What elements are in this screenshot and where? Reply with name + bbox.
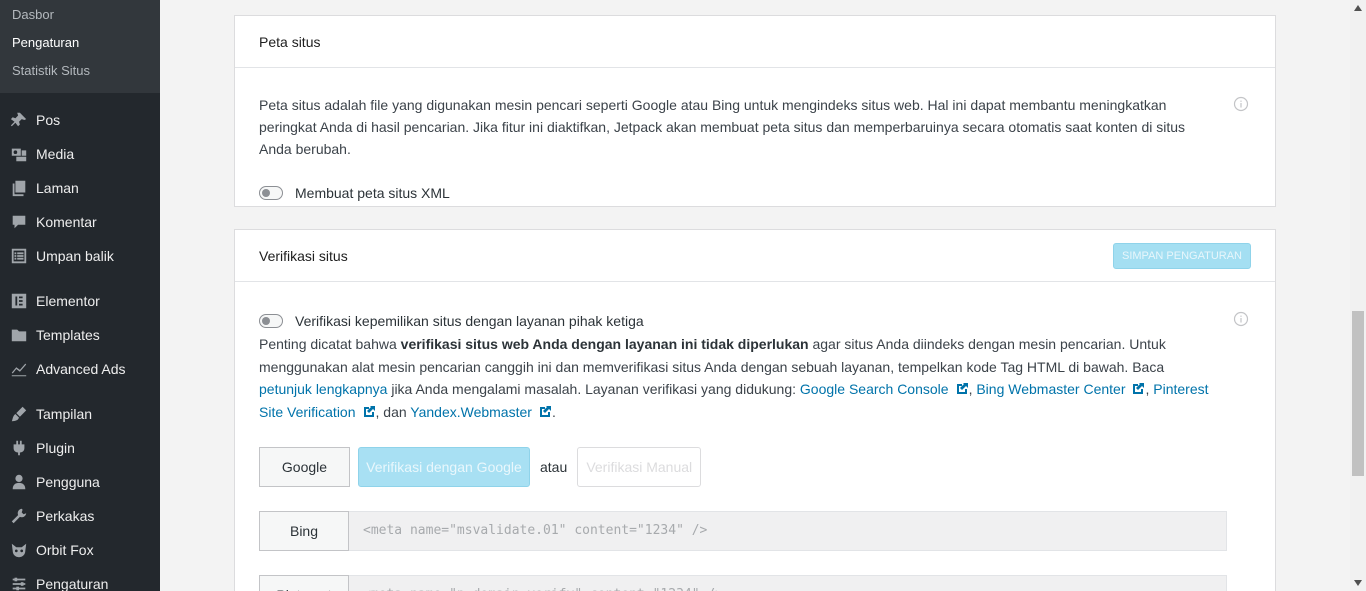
sidebar-item-settings[interactable]: Pengaturan [0,567,160,591]
external-link-icon [955,380,969,394]
sidebar-item-orbit-fox[interactable]: Orbit Fox [0,533,160,567]
main-content: Peta situs Peta situs adalah file yang d… [160,0,1350,591]
guide-link[interactable]: petunjuk lengkapnya [259,381,387,397]
external-link-icon [538,403,552,417]
sidebar-item-label: Plugin [36,440,75,456]
sidebar-item-label: Media [36,146,75,162]
scroll-down-arrow-icon[interactable] [1350,576,1366,590]
sidebar-item-users[interactable]: Pengguna [0,465,160,499]
submenu-item-dashboard[interactable]: Dasbor [0,4,160,32]
sitemap-card: Peta situs Peta situs adalah file yang d… [234,15,1276,207]
sidebar-item-label: Pengaturan [36,576,109,591]
verification-toggle-label: Verifikasi kepemilikan situs dengan laya… [295,313,644,329]
sidebar-item-comments[interactable]: Komentar [0,205,160,239]
external-link-icon [362,403,376,417]
sitemap-toggle[interactable] [259,186,283,200]
pages-icon [9,178,29,198]
sidebar-item-appearance[interactable]: Tampilan [0,397,160,431]
yandex-webmaster-link[interactable]: Yandex.Webmaster [410,404,552,420]
comment-icon [9,212,29,232]
settings-icon [9,574,29,591]
sidebar-item-label: Pengguna [36,474,100,490]
media-icon [9,144,29,164]
sidebar-item-elementor[interactable]: Elementor [0,284,160,318]
card-title: Verifikasi situs [259,247,348,264]
sitemap-card-header: Peta situs [235,16,1275,68]
google-verify-row: Google Verifikasi dengan Google atau Ver… [259,447,1251,487]
sidebar-item-label: Umpan balik [36,248,114,264]
sidebar-item-feedback[interactable]: Umpan balik [0,239,160,273]
sidebar-item-label: Orbit Fox [36,542,94,558]
feedback-icon [9,246,29,266]
pinterest-verify-row: Pinterest <meta name="p:domain_verify" c… [259,575,1251,591]
sidebar-item-label: Elementor [36,293,100,309]
fox-icon [9,540,29,560]
sidebar-item-label: Advanced Ads [36,361,126,377]
sidebar-item-label: Tampilan [36,406,93,422]
submenu-item-site-stats[interactable]: Statistik Situs [0,60,160,88]
google-label: Google [259,447,350,487]
bing-verify-row: Bing <meta name="msvalidate.01" content=… [259,511,1251,551]
sidebar-item-advanced-ads[interactable]: Advanced Ads [0,352,160,386]
sidebar-item-templates[interactable]: Templates [0,318,160,352]
external-link-icon [1131,380,1145,394]
user-icon [9,472,29,492]
sitemap-toggle-row: Membuat peta situs XML [259,182,1251,204]
submenu-item-settings[interactable]: Pengaturan [0,32,160,60]
admin-menu: Pos Media Laman Komentar Umpan balik Ele… [0,93,160,591]
important-note: verifikasi situs web Anda dengan layanan… [400,336,809,352]
manual-verify-button[interactable]: Verifikasi Manual [577,447,702,487]
verification-description: Penting dicatat bahwa verifikasi situs w… [259,336,1209,420]
settings-submenu: Dasbor Pengaturan Statistik Situs [0,0,160,93]
sidebar-item-label: Komentar [36,214,97,230]
card-title: Peta situs [259,33,321,50]
pinterest-label: Pinterest [259,575,349,591]
wrench-icon [9,506,29,526]
site-verification-card: Verifikasi situs SIMPAN PENGATURAN Verif… [234,229,1276,591]
chart-icon [9,359,29,379]
save-settings-button[interactable]: SIMPAN PENGATURAN [1113,242,1251,269]
sidebar-item-media[interactable]: Media [0,137,160,171]
bing-webmaster-link[interactable]: Bing Webmaster Center [976,381,1145,397]
info-icon[interactable] [1233,96,1249,112]
pinterest-code-input[interactable]: <meta name="p:domain_verify" content="12… [349,575,1227,591]
google-search-console-link[interactable]: Google Search Console [800,381,969,397]
sidebar-item-label: Perkakas [36,508,95,524]
elementor-icon [9,291,29,311]
verification-toggle-row: Verifikasi kepemilikan situs dengan laya… [259,310,1251,332]
plugin-icon [9,438,29,458]
brush-icon [9,404,29,424]
sidebar-item-plugins[interactable]: Plugin [0,431,160,465]
page-scrollbar[interactable] [1350,0,1366,591]
verification-toggle[interactable] [259,314,283,328]
sitemap-toggle-label: Membuat peta situs XML [295,185,450,201]
info-icon[interactable] [1233,311,1249,327]
admin-sidebar: Dasbor Pengaturan Statistik Situs Pos Me… [0,0,160,591]
bing-label: Bing [259,511,349,551]
folder-icon [9,325,29,345]
sidebar-item-label: Pos [36,112,61,128]
sitemap-description: Peta situs adalah file yang digunakan me… [259,97,1186,157]
scrollbar-thumb[interactable] [1352,311,1364,476]
verification-card-header: Verifikasi situs SIMPAN PENGATURAN [235,230,1275,282]
bing-code-input[interactable]: <meta name="msvalidate.01" content="1234… [349,511,1227,551]
verify-with-google-button[interactable]: Verifikasi dengan Google [358,447,530,487]
sidebar-item-label: Laman [36,180,79,196]
sidebar-item-posts[interactable]: Pos [0,103,160,137]
scroll-up-arrow-icon[interactable] [1350,1,1366,15]
sidebar-item-tools[interactable]: Perkakas [0,499,160,533]
sidebar-item-pages[interactable]: Laman [0,171,160,205]
sidebar-item-label: Templates [36,327,100,343]
pin-icon [9,110,29,130]
or-label: atau [540,459,568,475]
